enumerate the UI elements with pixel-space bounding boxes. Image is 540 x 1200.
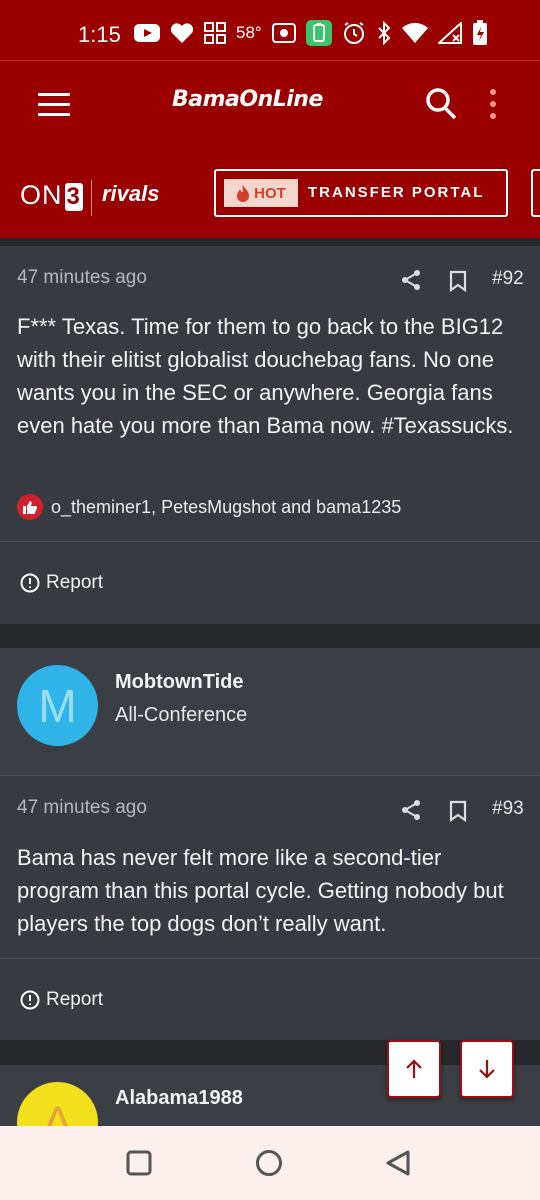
status-temperature: 58° <box>236 23 262 42</box>
radio-icon <box>271 23 296 43</box>
post-number[interactable]: #93 <box>492 798 524 820</box>
post-gap <box>0 1040 540 1065</box>
hamburger-icon[interactable] <box>38 93 70 116</box>
back-icon[interactable] <box>384 1149 412 1177</box>
wifi-icon <box>401 22 428 43</box>
divider <box>0 541 540 542</box>
hot-label: HOT <box>254 184 286 202</box>
brand-separator <box>91 180 92 216</box>
on3-digit: 3 <box>64 183 83 211</box>
battery-saver-icon <box>305 20 332 46</box>
avatar[interactable]: M <box>17 665 98 746</box>
like-icon <box>17 494 43 520</box>
post-number[interactable]: #92 <box>492 268 524 290</box>
post-93: 47 minutes ago #93 Bama has never felt m… <box>0 776 540 1040</box>
transfer-portal-label: TRANSFER PORTAL <box>308 184 485 201</box>
report-button[interactable]: Report <box>20 572 103 594</box>
report-button[interactable]: Report <box>20 989 103 1011</box>
flame-icon <box>237 184 250 202</box>
avatar[interactable]: A <box>17 1082 98 1126</box>
post-body: F*** Texas. Time for them to go back to … <box>17 314 514 438</box>
arrow-up-icon <box>406 1059 422 1078</box>
post-timestamp[interactable]: 47 minutes ago <box>17 267 147 289</box>
search-icon[interactable] <box>425 87 457 121</box>
post-gap <box>0 624 540 648</box>
post-92: 47 minutes ago #92 F*** Texas. Time for … <box>0 246 540 624</box>
alert-circle-icon <box>20 990 40 1010</box>
status-bar: 1:15 58° <box>0 0 540 60</box>
rivals-logo[interactable]: rivals <box>102 181 160 207</box>
arrow-down-icon <box>479 1060 495 1079</box>
user-title: All-Conference <box>115 704 248 726</box>
report-label: Report <box>46 989 104 1010</box>
brand-bar: ON 3 rivals HOT TRANSFER PORTAL <box>0 152 540 238</box>
bookmark-icon[interactable] <box>449 270 467 292</box>
app-bar: BamaOnLine <box>0 60 540 153</box>
on3-logo[interactable]: ON 3 <box>20 180 83 211</box>
scroll-down-button[interactable] <box>460 1040 514 1098</box>
next-brand-button[interactable] <box>531 169 540 217</box>
heart-icon <box>170 23 194 43</box>
post-gap <box>0 238 540 246</box>
username[interactable]: MobtownTide <box>115 671 244 694</box>
share-icon[interactable] <box>400 799 422 821</box>
divider <box>0 958 540 959</box>
hot-badge: HOT <box>224 179 298 207</box>
share-icon[interactable] <box>400 269 422 291</box>
alarm-icon <box>343 22 364 44</box>
post-body: Bama has never felt more like a second-t… <box>17 845 504 936</box>
transfer-portal-button[interactable]: HOT TRANSFER PORTAL <box>214 169 508 217</box>
scroll-up-button[interactable] <box>387 1040 441 1098</box>
alert-circle-icon <box>20 573 40 593</box>
status-time: 1:15 <box>78 22 121 47</box>
more-vertical-icon[interactable] <box>490 89 496 125</box>
user-card: A Alabama1988 <box>0 1065 540 1126</box>
username[interactable]: Alabama1988 <box>115 1087 243 1110</box>
user-card: M MobtownTide All-Conference <box>0 648 540 775</box>
signal-icon <box>437 22 462 44</box>
grid-icon <box>204 22 226 44</box>
status-icons: 58° <box>134 20 488 46</box>
bookmark-icon[interactable] <box>449 800 467 822</box>
on3-text: ON <box>20 180 63 210</box>
recents-icon[interactable] <box>126 1150 152 1176</box>
post-timestamp[interactable]: 47 minutes ago <box>17 797 147 819</box>
post-reactions[interactable]: o_theminer1, PetesMugshot and bama1235 <box>17 494 401 520</box>
youtube-icon <box>134 24 160 42</box>
bluetooth-icon <box>378 21 391 45</box>
battery-icon <box>472 20 487 45</box>
site-logo[interactable]: BamaOnLine <box>172 87 323 112</box>
home-icon[interactable] <box>255 1149 283 1177</box>
reactions-text: o_theminer1, PetesMugshot and bama1235 <box>51 496 402 517</box>
system-nav-bar <box>0 1126 540 1200</box>
report-label: Report <box>46 572 104 593</box>
